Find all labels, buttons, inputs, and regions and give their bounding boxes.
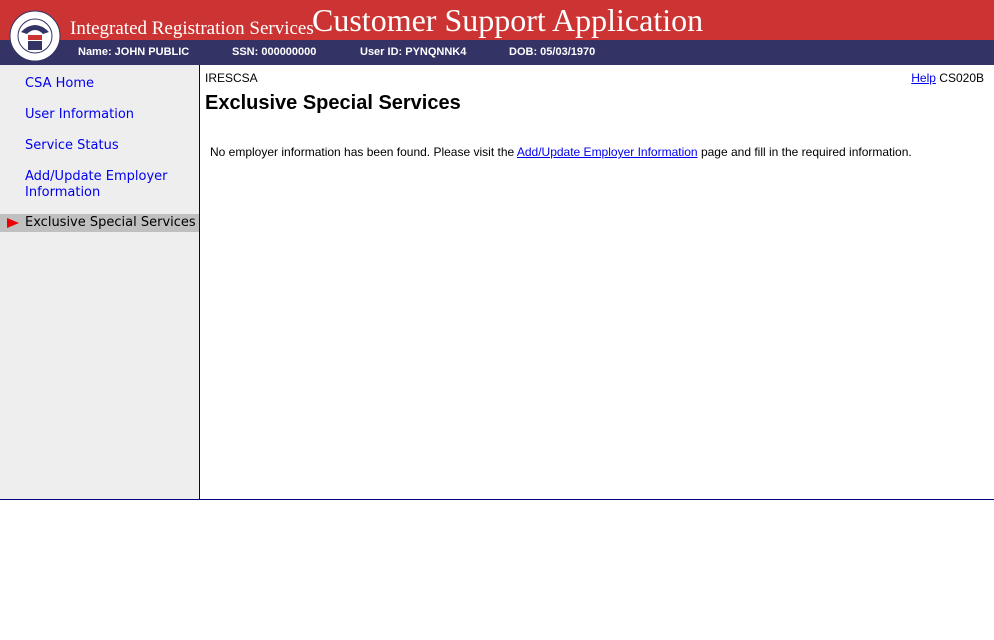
org-name: Integrated Registration Services <box>70 18 314 39</box>
sidebar-item-user-information[interactable]: User Information <box>0 107 134 123</box>
user-name: Name: JOHN PUBLIC <box>78 46 190 58</box>
user-ssn: SSN: 000000000 <box>232 46 317 58</box>
page-title: Exclusive Special Services <box>205 92 461 114</box>
message-text: No employer information has been found. … <box>210 145 517 159</box>
divider <box>0 499 994 500</box>
sidebar-item-csa-home[interactable]: CSA Home <box>0 76 94 92</box>
sidebar: CSA Home User Information Service Status… <box>0 65 200 500</box>
ssa-seal-logo <box>9 10 61 62</box>
sidebar-item-add-update-employer[interactable]: Add/Update Employer Information <box>0 169 175 201</box>
user-dob: DOB: 05/03/1970 <box>509 46 596 58</box>
page-id: CS020B <box>939 71 984 85</box>
sidebar-item-exclusive-special-services[interactable]: Exclusive Special Services <box>0 214 199 232</box>
add-update-employer-link[interactable]: Add/Update Employer Information <box>517 145 698 159</box>
app-title: Customer Support Application <box>312 2 704 38</box>
user-id: User ID: PYNQNNK4 <box>360 46 467 58</box>
message-text: page and fill in the required informatio… <box>697 145 912 159</box>
sidebar-item-label: Exclusive Special Services <box>25 215 196 230</box>
help-area: Help CS020B <box>911 71 984 85</box>
help-link[interactable]: Help <box>911 71 936 85</box>
screen-code: IRESCSA <box>205 71 258 85</box>
current-arrow-icon <box>7 218 19 228</box>
user-info-bar: Name: JOHN PUBLIC SSN: 000000000 User ID… <box>0 40 994 65</box>
no-employer-message: No employer information has been found. … <box>210 145 912 159</box>
sidebar-item-service-status[interactable]: Service Status <box>0 138 119 154</box>
title-banner: Integrated Registration Services Custome… <box>0 0 994 62</box>
